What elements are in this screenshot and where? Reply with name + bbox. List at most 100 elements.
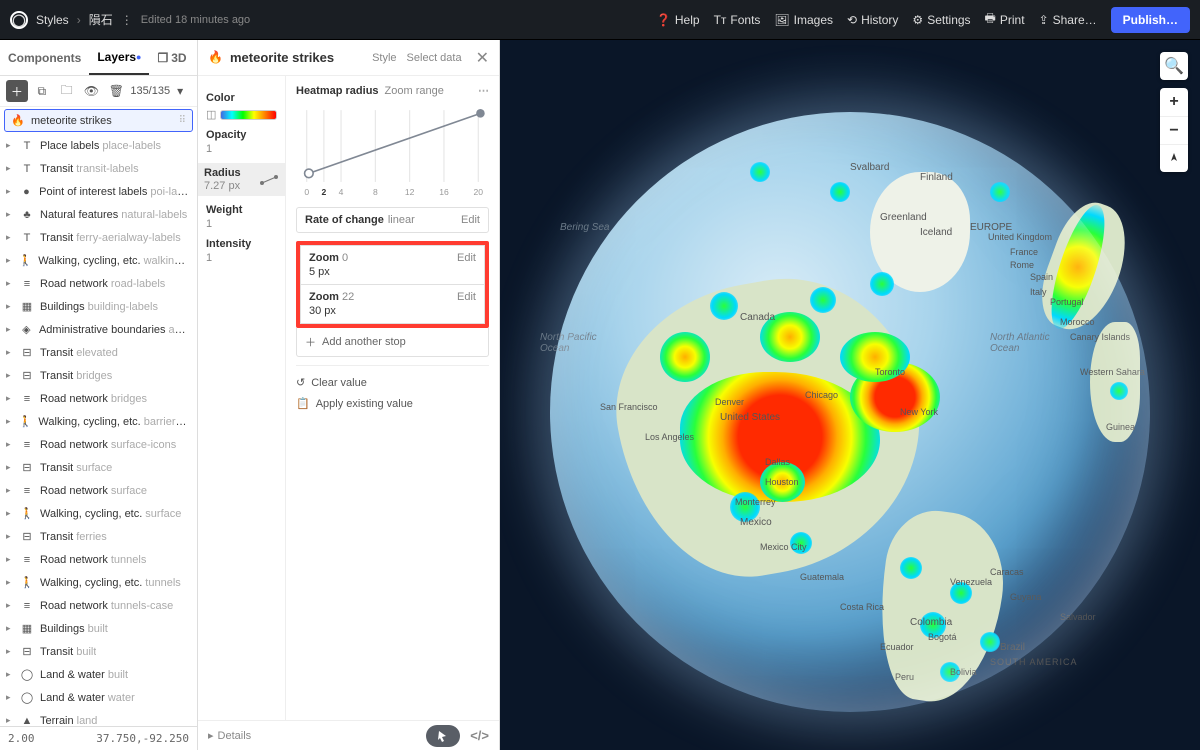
layer-row[interactable]: ▸≡Road networksurface-icons <box>0 433 197 456</box>
add-stop-button[interactable]: ＋Add another stop <box>296 328 489 357</box>
help-button[interactable]: ❓Help <box>656 13 700 27</box>
layer-row[interactable]: ▸⊟Transitsurface <box>0 456 197 479</box>
layer-row[interactable]: ▸▲Terrainland <box>0 709 197 726</box>
prop-opacity-label[interactable]: Opacity <box>206 129 277 141</box>
disclose-icon[interactable]: ▸ <box>6 163 14 174</box>
prop-weight-label[interactable]: Weight <box>206 204 277 216</box>
crumb-root[interactable]: Styles <box>36 13 69 27</box>
prop-intensity-label[interactable]: Intensity <box>206 238 277 250</box>
crumb-style-name[interactable]: 隕石 <box>89 11 113 28</box>
images-button[interactable]: 🖼Images <box>774 13 833 27</box>
disclose-icon[interactable]: ▸ <box>6 370 14 381</box>
disclose-icon[interactable]: ▸ <box>6 715 14 726</box>
fonts-button[interactable]: TᴛFonts <box>714 13 761 27</box>
history-button[interactable]: ⟲History <box>847 13 898 27</box>
layer-row[interactable]: ▸●Point of interest labelspoi-labels <box>0 180 197 203</box>
layer-row[interactable]: ▸≡Road networkroad-labels <box>0 272 197 295</box>
hide-button[interactable]: 👁 <box>81 80 103 102</box>
duplicate-button[interactable]: ⧉ <box>31 80 53 102</box>
more-icon[interactable]: ⋮ <box>121 13 133 27</box>
layer-row[interactable]: ▸◈Administrative boundariesadmin <box>0 318 197 341</box>
print-button[interactable]: 🖶Print <box>985 9 1025 30</box>
select-data-tab[interactable]: Select data <box>407 52 462 64</box>
apply-existing-button[interactable]: 📋Apply existing value <box>296 393 489 414</box>
globe[interactable]: Bering Sea North Pacific Ocean North Atl… <box>550 112 1150 712</box>
layer-row[interactable]: ▸TTransittransit-labels <box>0 157 197 180</box>
layer-row[interactable]: ▸≡Road networktunnels-case <box>0 594 197 617</box>
add-layer-button[interactable]: ＋ <box>6 80 28 102</box>
disclose-icon[interactable]: ▸ <box>6 485 14 496</box>
group-button[interactable]: 🗀 <box>56 80 78 102</box>
layer-row[interactable]: ▸≡Road networkbridges <box>0 387 197 410</box>
tab-layers[interactable]: Layers● <box>89 40 149 75</box>
disclose-icon[interactable]: ▸ <box>6 439 14 450</box>
layer-row[interactable]: ▸🚶Walking, cycling, etc.tunnels <box>0 571 197 594</box>
chart-more-icon[interactable]: ⋯ <box>478 84 489 97</box>
compass-button[interactable] <box>1160 144 1188 172</box>
app-logo[interactable]: ◯ <box>10 11 28 29</box>
cursor-mode-button[interactable] <box>426 725 460 747</box>
publish-button[interactable]: Publish… <box>1111 7 1190 33</box>
zoom-out-button[interactable]: − <box>1160 116 1188 144</box>
disclose-icon[interactable]: ▸ <box>6 232 14 243</box>
layer-row[interactable]: ▸◯Land & waterwater <box>0 686 197 709</box>
disclose-icon[interactable]: ▸ <box>6 255 13 266</box>
zoom-chart[interactable]: 0 2 4 8 12 16 20 <box>296 103 489 203</box>
disclose-icon[interactable]: ▸ <box>6 669 14 680</box>
details-toggle[interactable]: ▸Details <box>208 729 251 742</box>
layer-row[interactable]: ▸◯Land & waterbuilt <box>0 663 197 686</box>
disclose-icon[interactable]: ▸ <box>6 577 14 588</box>
disclose-icon[interactable]: ▸ <box>6 278 14 289</box>
tab-3d[interactable]: ❒3D <box>149 40 194 75</box>
settings-button[interactable]: ⚙Settings <box>912 13 970 27</box>
code-view-button[interactable]: </> <box>470 728 489 743</box>
prop-radius-row[interactable]: Radius 7.27 px <box>198 163 285 196</box>
disclose-icon[interactable]: ▸ <box>6 554 14 565</box>
layer-row[interactable]: ▸⊟Transitelevated <box>0 341 197 364</box>
close-icon[interactable]: ✕ <box>476 48 489 68</box>
layer-row[interactable]: ▸≡Road networktunnels <box>0 548 197 571</box>
tab-components[interactable]: Components <box>0 40 89 75</box>
layer-row[interactable]: ▸TPlace labelsplace-labels <box>0 134 197 157</box>
disclose-icon[interactable]: ▸ <box>6 692 14 703</box>
filter-icon[interactable]: ▾ <box>177 84 191 98</box>
stop-edit-button[interactable]: Edit <box>457 291 476 303</box>
layer-row[interactable]: ▸🚶Walking, cycling, etc.surface <box>0 502 197 525</box>
roc-edit-button[interactable]: Edit <box>461 214 480 226</box>
layer-row[interactable]: ▸▦Buildingsbuilding-labels <box>0 295 197 318</box>
zoom-stop-row[interactable]: Zoom 22Edit 30 px <box>300 285 485 324</box>
disclose-icon[interactable]: ▸ <box>6 600 14 611</box>
layer-row[interactable]: ▸⊟Transitferries <box>0 525 197 548</box>
disclose-icon[interactable]: ▸ <box>6 531 14 542</box>
disclose-icon[interactable]: ▸ <box>6 508 14 519</box>
share-button[interactable]: ⇪Share… <box>1039 13 1097 27</box>
layer-row[interactable]: ▸≡Road networksurface <box>0 479 197 502</box>
style-tab[interactable]: Style <box>372 52 396 64</box>
ramp-icon[interactable]: ◫ <box>206 108 216 121</box>
prop-color-label[interactable]: Color <box>206 92 277 104</box>
disclose-icon[interactable]: ▸ <box>6 462 14 473</box>
layer-row[interactable]: ▸🚶Walking, cycling, etc.barriers-bridges <box>0 410 197 433</box>
search-button[interactable]: 🔍 <box>1160 52 1188 80</box>
disclose-icon[interactable]: ▸ <box>6 416 13 427</box>
layer-row[interactable]: ▸⊟Transitbridges <box>0 364 197 387</box>
clear-value-button[interactable]: ↺Clear value <box>296 372 489 393</box>
disclose-icon[interactable]: ▸ <box>6 209 14 220</box>
disclose-icon[interactable]: ▸ <box>6 186 14 197</box>
zoom-stop-row[interactable]: Zoom 0Edit 5 px <box>300 245 485 285</box>
layer-row[interactable]: ▸▦Buildingsbuilt <box>0 617 197 640</box>
stop-edit-button[interactable]: Edit <box>457 252 476 264</box>
layer-list[interactable]: 🔥 meteorite strikes ⠿ ▸TPlace labelsplac… <box>0 107 197 726</box>
delete-button[interactable]: 🗑 <box>105 80 127 102</box>
layer-row[interactable]: ▸⊟Transitbuilt <box>0 640 197 663</box>
layer-row[interactable]: ▸🚶Walking, cycling, etc.walking-cycling-… <box>0 249 197 272</box>
layer-row-selected[interactable]: 🔥 meteorite strikes ⠿ <box>4 109 193 132</box>
disclose-icon[interactable]: ▸ <box>6 623 14 634</box>
disclose-icon[interactable]: ▸ <box>6 301 14 312</box>
zoom-in-button[interactable]: + <box>1160 88 1188 116</box>
color-gradient-swatch[interactable] <box>220 110 277 120</box>
disclose-icon[interactable]: ▸ <box>6 347 14 358</box>
layer-row[interactable]: ▸♣Natural featuresnatural-labels <box>0 203 197 226</box>
drag-handle-icon[interactable]: ⠿ <box>179 115 186 126</box>
disclose-icon[interactable]: ▸ <box>6 646 14 657</box>
